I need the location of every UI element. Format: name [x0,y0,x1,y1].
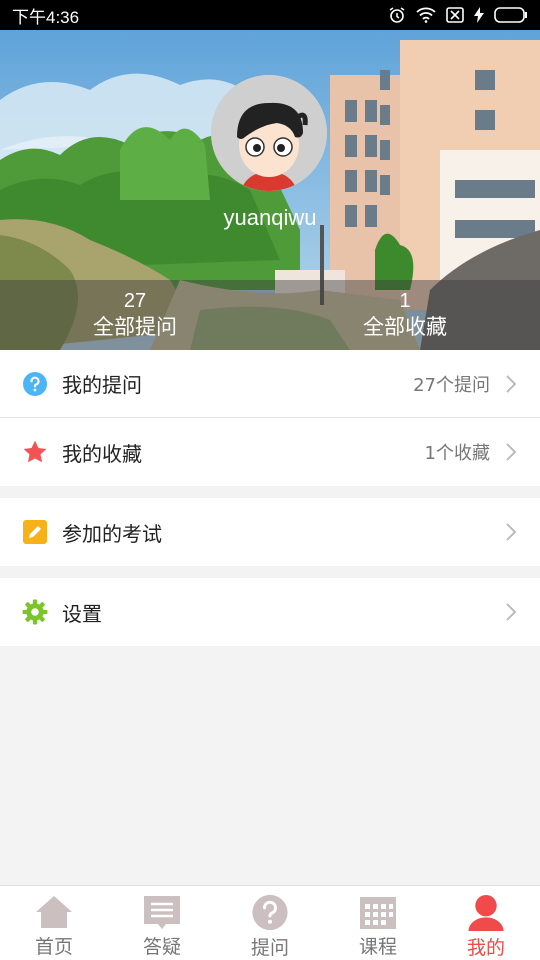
chevron-right-icon [506,523,517,541]
profile-stats: 27 全部提问 1 全部收藏 [0,280,540,350]
alarm-icon [388,6,406,24]
section-divider [0,566,540,578]
menu-item-my-favorites[interactable]: 我的收藏 1个收藏 [0,418,540,486]
chevron-right-icon [506,443,517,461]
menu-item-label: 参加的考试 [62,521,162,546]
menu-item-label: 我的收藏 [62,441,142,466]
home-icon [36,896,72,928]
nav-label: 答疑 [142,936,181,958]
nav-label: 我的 [466,937,505,959]
menu-item-my-questions[interactable]: 我的提问 27个提问 [0,350,540,418]
chevron-right-icon [506,374,517,393]
wifi-icon [416,7,436,23]
nav-ask[interactable]: 提问 [216,886,324,960]
chevron-right-icon [506,603,517,621]
gear-icon [22,599,48,625]
stat-all-favorites[interactable]: 1 全部收藏 [270,280,540,350]
question-icon [252,894,288,931]
nav-label: 课程 [358,936,397,958]
sim-icon [446,7,464,23]
status-bar: 下午4:36 [0,0,540,30]
star-icon [22,439,48,465]
charging-icon [474,7,484,23]
stat-count: 1 [399,290,411,312]
menu-item-label: 我的提问 [62,373,142,397]
menu-item-label: 设置 [62,601,102,626]
list-icon [144,896,180,929]
stat-all-questions[interactable]: 27 全部提问 [0,280,270,350]
nav-qa[interactable]: 答疑 [108,886,216,960]
question-icon [22,371,48,397]
nav-courses[interactable]: 课程 [324,886,432,960]
person-icon [468,894,504,931]
nav-label: 首页 [34,936,73,958]
status-icons [388,6,528,24]
battery-icon [494,7,528,23]
menu-item-my-exams[interactable]: 参加的考试 [0,498,540,566]
profile-header: yuanqiwu 27 全部提问 1 全部收藏 [0,30,540,350]
avatar[interactable] [211,75,327,191]
calendar-icon [360,897,396,929]
stat-label: 全部收藏 [363,315,447,339]
section-divider [0,486,540,498]
pencil-icon [22,519,48,545]
nav-me[interactable]: 我的 [432,886,540,960]
bottom-nav: 首页 答疑 提问 课程 我的 [0,885,540,960]
username: yuanqiwu [223,205,317,230]
nav-home[interactable]: 首页 [0,886,108,960]
profile-menu: 我的提问 27个提问 我的收藏 1个收藏 参加的考试 设置 [0,350,540,646]
menu-item-value: 27个提问 [413,374,490,396]
menu-item-settings[interactable]: 设置 [0,578,540,646]
stat-label: 全部提问 [93,315,177,339]
stat-count: 27 [123,290,147,312]
status-time: 下午4:36 [12,7,80,27]
menu-item-value: 1个收藏 [424,443,490,464]
nav-label: 提问 [250,937,289,959]
